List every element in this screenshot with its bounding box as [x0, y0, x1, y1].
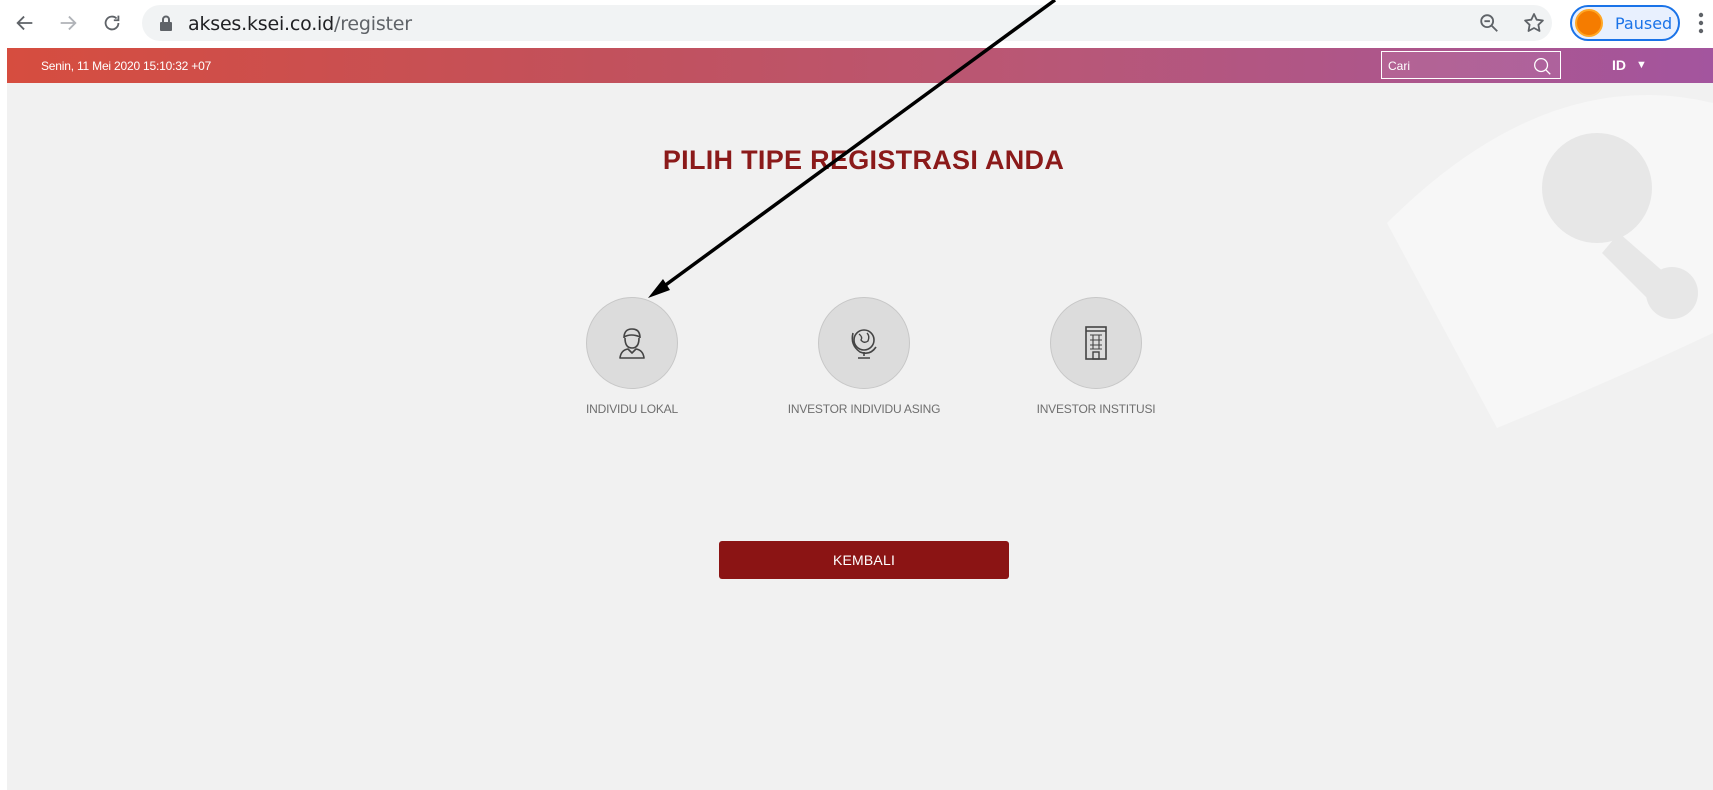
person-icon — [619, 328, 645, 359]
language-selector[interactable]: ID ▼ — [1612, 57, 1647, 73]
zoom-out-icon[interactable] — [1478, 12, 1500, 34]
building-icon — [1085, 326, 1107, 360]
language-label: ID — [1612, 57, 1626, 73]
option-individu-lokal[interactable]: INDIVIDU LOKAL — [542, 297, 722, 416]
option-label: INVESTOR INDIVIDU ASING — [787, 402, 941, 416]
main-content: PILIH TIPE REGISTRASI ANDA INDIVIDU LOKA… — [7, 83, 1713, 790]
url-text: akses.ksei.co.id/register — [188, 13, 412, 35]
bookmark-star-icon[interactable] — [1522, 11, 1546, 35]
reload-icon[interactable] — [97, 8, 127, 38]
browser-toolbar: akses.ksei.co.id/register Paused — [0, 0, 1713, 46]
profile-status: Paused — [1615, 13, 1673, 33]
header-datetime: Senin, 11 Mei 2020 15:10:32 +07 — [41, 59, 212, 73]
back-arrow-icon[interactable] — [10, 8, 40, 38]
option-circle[interactable] — [818, 297, 910, 389]
option-label: INDIVIDU LOKAL — [586, 402, 678, 416]
page-title: PILIH TIPE REGISTRASI ANDA — [662, 145, 1065, 175]
lock-icon — [160, 15, 172, 31]
option-label: INVESTOR INSTITUSI — [1036, 402, 1156, 416]
option-investor-institusi[interactable]: INVESTOR INSTITUSI — [1006, 297, 1186, 416]
url-host: akses.ksei.co.id — [188, 13, 334, 35]
url-path: /register — [334, 13, 412, 35]
search-icon[interactable] — [1531, 55, 1553, 77]
option-circle[interactable] — [1050, 297, 1142, 389]
option-circle[interactable] — [586, 297, 678, 389]
caret-down-icon: ▼ — [1636, 59, 1647, 71]
avatar — [1575, 9, 1603, 37]
forward-arrow-icon[interactable] — [53, 8, 83, 38]
profile-button[interactable]: Paused — [1570, 5, 1680, 41]
more-menu-icon[interactable] — [1696, 11, 1706, 35]
kembali-button[interactable]: KEMBALI — [719, 541, 1009, 579]
option-investor-individu-asing[interactable]: INVESTOR INDIVIDU ASING — [774, 297, 954, 416]
search-input[interactable] — [1388, 57, 1528, 75]
search-box[interactable] — [1381, 51, 1561, 79]
address-bar[interactable]: akses.ksei.co.id/register — [142, 5, 1552, 41]
key-watermark-icon — [1387, 95, 1713, 428]
globe-icon — [851, 329, 877, 359]
site-header: Senin, 11 Mei 2020 15:10:32 +07 ID ▼ — [7, 48, 1713, 83]
